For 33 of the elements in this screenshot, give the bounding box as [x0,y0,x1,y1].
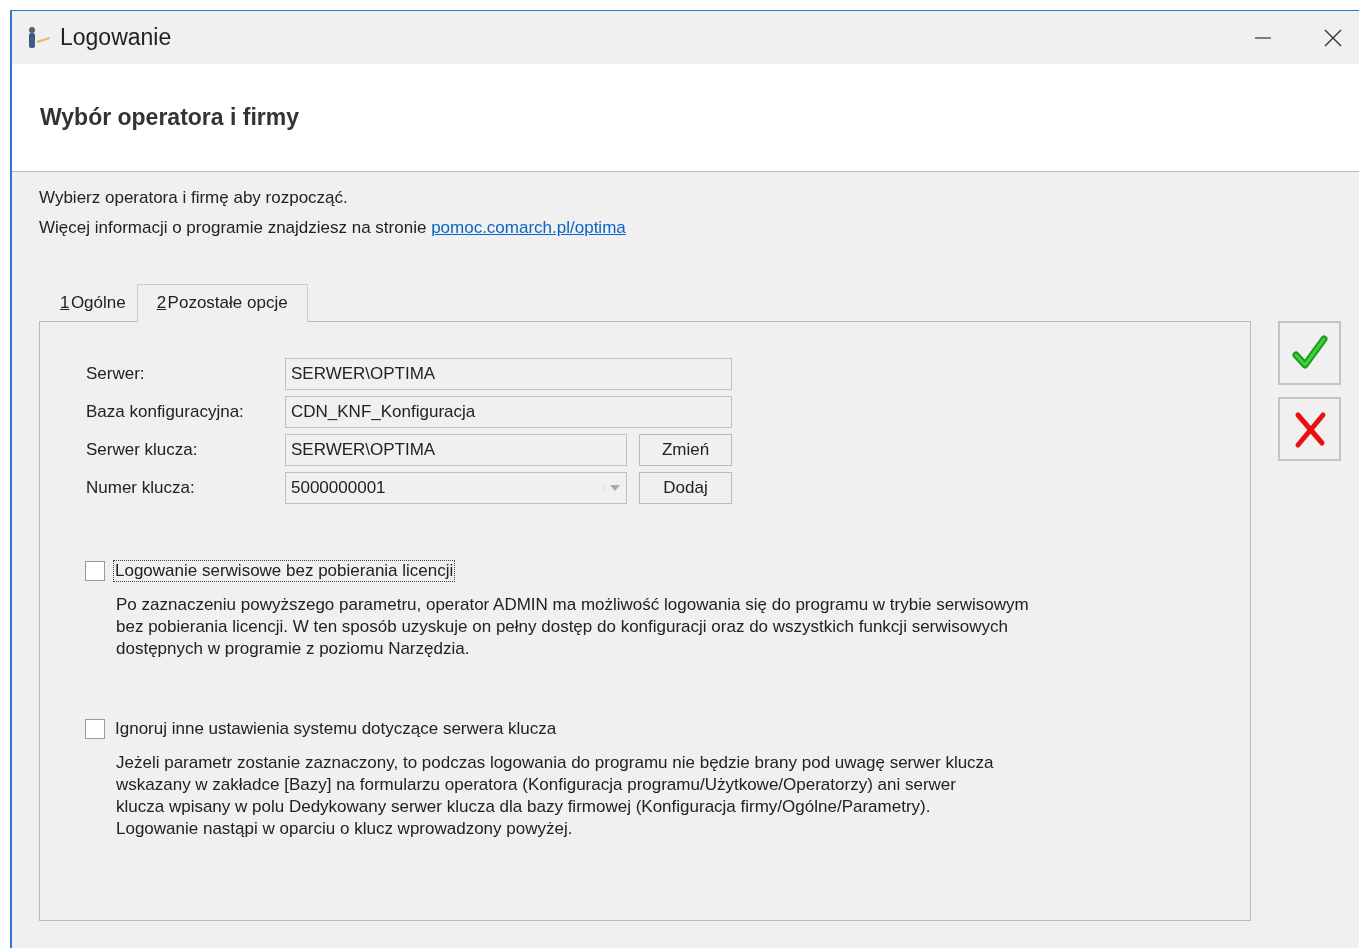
window-title: Logowanie [60,24,172,51]
dropdown-field[interactable]: 5000000001 [285,472,627,504]
description-text: Po zaznaczeniu powyższego parametru, operator ADMIN ma możliwość logowania się do programu w trybie serwisowym [116,594,1030,616]
checkbox-label[interactable]: Logowanie serwisowe bez pobierania licencji [113,560,456,582]
checkbox[interactable] [85,561,105,581]
description-text: bez pobierania licencji. W ten sposób uzyskuje on pełny dostęp do konfiguracji oraz do wszystkich funkcji serwisowych [116,616,1009,638]
tab[interactable]: 1Ogólne [49,287,137,321]
cancel-button[interactable] [1278,397,1341,461]
checkbox-label[interactable]: Ignoruj inne ustawienia systemu dotyczące serwera klucza [113,718,559,740]
intro-text: Wybierz operatora i firmę aby rozpocząć. [39,188,349,208]
description-text: Logowanie nastąpi w oparciu o klucz wprowadzony powyżej. [116,818,574,840]
person-key-icon [26,25,52,50]
description-text: wskazany w zakładce [Bazy] na formularzu operatora (Konfiguracja programu/Użytkowe/Operatorzy) ani serwer [116,774,957,796]
confirm-button[interactable] [1278,321,1341,385]
field-label: Serwer klucza: [86,440,199,460]
field-label: Numer klucza: [86,478,196,498]
input-field[interactable]: SERWER\OPTIMA [285,358,732,390]
checkbox[interactable] [85,719,105,739]
action-button[interactable]: Dodaj [639,472,732,504]
header-title: Wybór operatora i firmy [40,104,300,131]
field-label: Baza konfiguracyjna: [86,402,245,422]
input-field[interactable]: CDN_KNF_Konfiguracja [285,396,732,428]
description-text: klucza wpisany w polu Dedykowany serwer klucza dla bazy firmowej (Konfiguracja firmy/Ogólne/Parametry). [116,796,932,818]
field-label: Serwer: [86,364,146,384]
tab[interactable]: 2Pozostałe opcje [136,284,308,322]
help-link[interactable]: pomoc.comarch.pl/optima [431,218,626,237]
dropdown-arrow-icon [603,485,620,491]
info-text: Więcej informacji o programie znajdziesz na stronie [39,218,427,237]
description-text: Jeżeli parametr zostanie zaznaczony, to podczas logowania do programu nie będzie brany pod uwagę serwer klucza [116,752,995,774]
input-field[interactable]: SERWER\OPTIMA [285,434,627,466]
close-icon[interactable] [1323,27,1343,48]
description-text: dostępnych w programie z poziomu Narzędzia. [116,638,471,660]
action-button[interactable]: Zmień [639,434,732,466]
